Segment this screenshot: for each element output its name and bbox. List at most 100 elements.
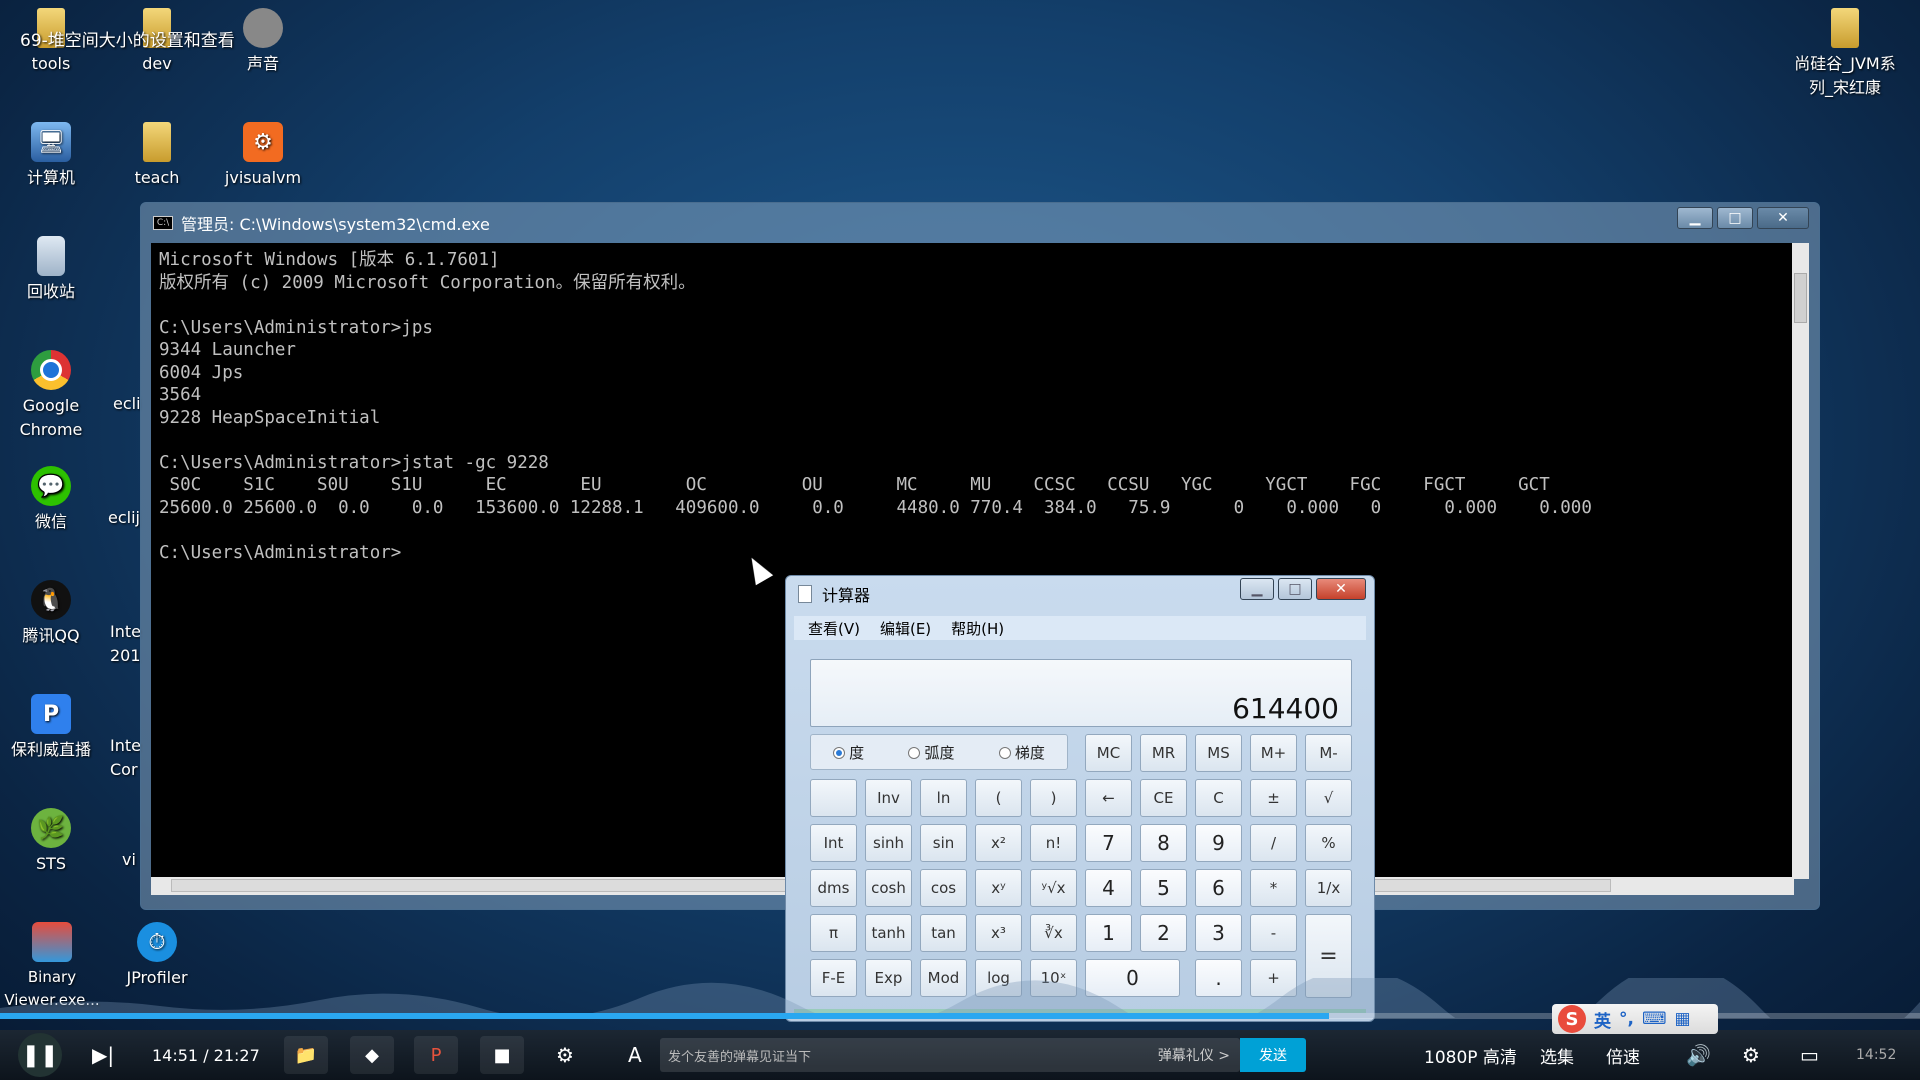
calc-button[interactable]: n! <box>1030 824 1077 862</box>
menu-view[interactable]: 查看(V) <box>808 618 860 639</box>
calc-memory-button[interactable]: MR <box>1140 734 1187 772</box>
calc-button[interactable]: / <box>1250 824 1297 862</box>
calc-button[interactable]: x² <box>975 824 1022 862</box>
calc-button[interactable]: 1 <box>1085 914 1132 952</box>
desktop-icon-qq[interactable]: 🐧 腾讯QQ <box>6 580 96 648</box>
menu-help[interactable]: 帮助(H) <box>951 618 1004 639</box>
maximize-button[interactable]: □ <box>1717 207 1753 229</box>
calc-button[interactable]: cosh <box>865 869 912 907</box>
minimize-button[interactable]: ▁ <box>1240 578 1274 600</box>
desktop-icon-chrome[interactable]: Google Chrome <box>6 350 96 442</box>
quality-button[interactable]: 1080P 高清 <box>1424 1030 1517 1080</box>
close-button[interactable]: ✕ <box>1757 207 1809 229</box>
punctuation-icon[interactable]: °, <box>1619 1009 1634 1029</box>
cmd-vertical-scrollbar[interactable] <box>1792 243 1809 879</box>
file-explorer-icon[interactable]: 📁 <box>284 1036 328 1074</box>
calc-button[interactable]: Inv <box>865 779 912 817</box>
calc-memory-button[interactable]: M+ <box>1250 734 1297 772</box>
calc-button[interactable]: xʸ <box>975 869 1022 907</box>
cmd-taskbar-icon[interactable]: ■ <box>480 1036 524 1074</box>
calc-button[interactable]: Int <box>810 824 857 862</box>
grid-menu-icon[interactable]: ▦ <box>1675 1009 1691 1029</box>
calc-memory-button[interactable]: MC <box>1085 734 1132 772</box>
episodes-button[interactable]: 选集 <box>1540 1030 1574 1080</box>
scrollbar-thumb[interactable] <box>1794 273 1807 323</box>
speed-button[interactable]: 倍速 <box>1606 1030 1640 1080</box>
calculator-window[interactable]: 计算器 ▁ □ ✕ 查看(V) 编辑(E) 帮助(H) 614400 度 弧度 … <box>785 575 1375 1022</box>
calc-button[interactable]: 3 <box>1195 914 1242 952</box>
calc-button[interactable]: sin <box>920 824 967 862</box>
danmu-style-icon[interactable]: A <box>628 1030 642 1080</box>
calc-button[interactable] <box>810 779 857 817</box>
calc-button[interactable]: % <box>1305 824 1352 862</box>
calc-button[interactable]: x³ <box>975 914 1022 952</box>
calc-button[interactable]: tanh <box>865 914 912 952</box>
calc-memory-button[interactable]: M- <box>1305 734 1352 772</box>
mode-radians[interactable]: 弧度 <box>908 742 955 763</box>
calc-button[interactable]: ln <box>920 779 967 817</box>
calc-memory-button[interactable]: MS <box>1195 734 1242 772</box>
maximize-button[interactable]: □ <box>1278 578 1312 600</box>
next-icon[interactable]: ▶| <box>92 1030 114 1080</box>
recycle-bin-icon <box>37 236 65 276</box>
calc-button[interactable]: cos <box>920 869 967 907</box>
cmd-titlebar[interactable]: C:\ 管理员: C:\Windows\system32\cmd.exe <box>141 203 1819 243</box>
menu-edit[interactable]: 编辑(E) <box>880 618 931 639</box>
calc-button[interactable]: π <box>810 914 857 952</box>
calc-button[interactable]: 8 <box>1140 824 1187 862</box>
calc-button[interactable]: ) <box>1030 779 1077 817</box>
powerpoint-icon[interactable]: P <box>414 1036 458 1074</box>
calc-button[interactable]: 9 <box>1195 824 1242 862</box>
danmu-etiquette-link[interactable]: 弹幕礼仪 > <box>1158 1045 1230 1065</box>
desktop-icon-teach[interactable]: teach <box>112 122 202 190</box>
calc-button[interactable]: 1/x <box>1305 869 1352 907</box>
calc-button[interactable]: ( <box>975 779 1022 817</box>
calc-button[interactable]: √ <box>1305 779 1352 817</box>
desktop-icon-computer[interactable]: 🖥 计算机 <box>6 122 96 190</box>
calc-button[interactable]: ← <box>1085 779 1132 817</box>
ime-language-toggle[interactable]: 英 <box>1594 1007 1611 1032</box>
settings-icon[interactable]: ⚙ <box>1742 1030 1760 1080</box>
calc-button[interactable]: ± <box>1250 779 1297 817</box>
mode-degrees[interactable]: 度 <box>833 742 864 763</box>
calc-button[interactable]: tan <box>920 914 967 952</box>
calc-button[interactable]: dms <box>810 869 857 907</box>
desktop-icon-label: 腾讯QQ <box>22 626 80 645</box>
danmu-settings-icon[interactable]: ⚙ <box>556 1030 574 1080</box>
calc-button[interactable]: sinh <box>865 824 912 862</box>
calc-button[interactable]: CE <box>1140 779 1187 817</box>
calc-button[interactable]: 4 <box>1085 869 1132 907</box>
minimize-button[interactable]: ▁ <box>1677 207 1713 229</box>
calc-button[interactable]: ʸ√x <box>1030 869 1077 907</box>
desktop-icon-jvm-course[interactable]: 尚硅谷_JVM系列_宋红康 <box>1790 8 1900 100</box>
calc-button[interactable]: - <box>1250 914 1297 952</box>
fullscreen-window-icon[interactable]: ▭ <box>1800 1030 1819 1080</box>
desktop-icon-sts[interactable]: 🌿 STS <box>6 808 96 876</box>
desktop-icon-jvisualvm[interactable]: ⚙ jvisualvm <box>218 122 308 190</box>
calc-button[interactable]: 2 <box>1140 914 1187 952</box>
calc-button[interactable]: ∛x <box>1030 914 1077 952</box>
console-line: 25600.0 25600.0 0.0 0.0 153600.0 12288.1… <box>159 497 1592 518</box>
calc-button[interactable]: * <box>1250 869 1297 907</box>
danmu-input[interactable]: 发个友善的弹幕见证当下 弹幕礼仪 > <box>660 1038 1240 1072</box>
mode-label: 度 <box>849 743 865 762</box>
calc-button[interactable]: C <box>1195 779 1242 817</box>
ime-toolbar[interactable]: S 英 °, ⌨ ▦ <box>1552 1004 1718 1034</box>
polyv-icon: P <box>31 694 71 734</box>
app-icon[interactable]: ◆ <box>350 1036 394 1074</box>
calc-button[interactable]: 5 <box>1140 869 1187 907</box>
close-button[interactable]: ✕ <box>1316 578 1366 600</box>
system-clock: 14:52 <box>1856 1047 1897 1063</box>
desktop-icon-polyv[interactable]: P 保利威直播 <box>6 694 96 762</box>
calc-button[interactable]: 7 <box>1085 824 1132 862</box>
keyboard-icon[interactable]: ⌨ <box>1642 1009 1667 1029</box>
desktop-icon-wechat[interactable]: 💬 微信 <box>6 466 96 534</box>
send-button[interactable]: 发送 <box>1240 1038 1306 1072</box>
mode-gradians[interactable]: 梯度 <box>998 742 1045 763</box>
calc-button[interactable]: 6 <box>1195 869 1242 907</box>
desktop-icon-recycle-bin[interactable]: 回收站 <box>6 236 96 304</box>
pause-icon[interactable]: ❚❚ <box>18 1033 62 1077</box>
volume-icon[interactable]: 🔊 <box>1686 1030 1711 1080</box>
